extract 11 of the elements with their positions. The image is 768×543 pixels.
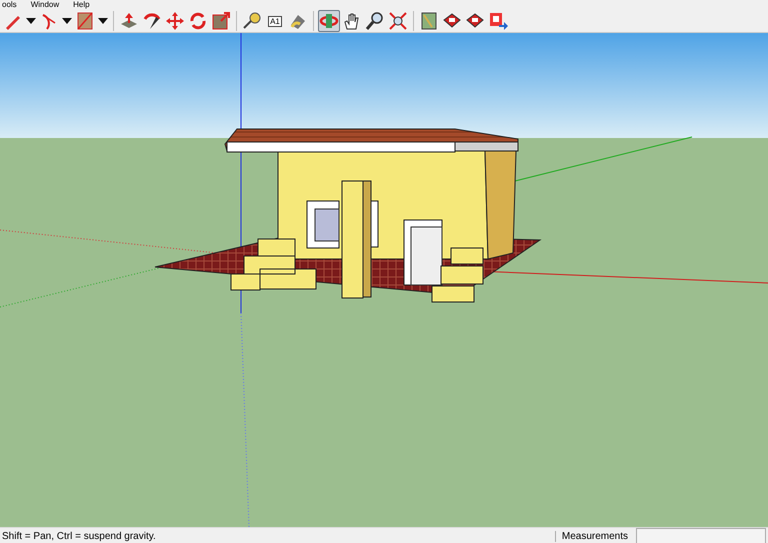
share-tool-button[interactable] — [487, 10, 509, 32]
menu-item[interactable]: Help — [73, 0, 90, 10]
menu-item[interactable]: Window — [30, 0, 60, 10]
3d-viewport[interactable] — [0, 33, 768, 527]
scale-tool-button[interactable] — [210, 10, 232, 32]
move-tool-button[interactable] — [164, 10, 186, 32]
text-tool-button[interactable]: A1 — [264, 10, 286, 32]
menu-item[interactable]: ools — [2, 0, 17, 10]
status-hint: Shift = Pan, Ctrl = suspend gravity. — [2, 530, 157, 542]
extents-tool-button[interactable] — [387, 10, 409, 32]
measurements-field[interactable] — [636, 528, 766, 543]
